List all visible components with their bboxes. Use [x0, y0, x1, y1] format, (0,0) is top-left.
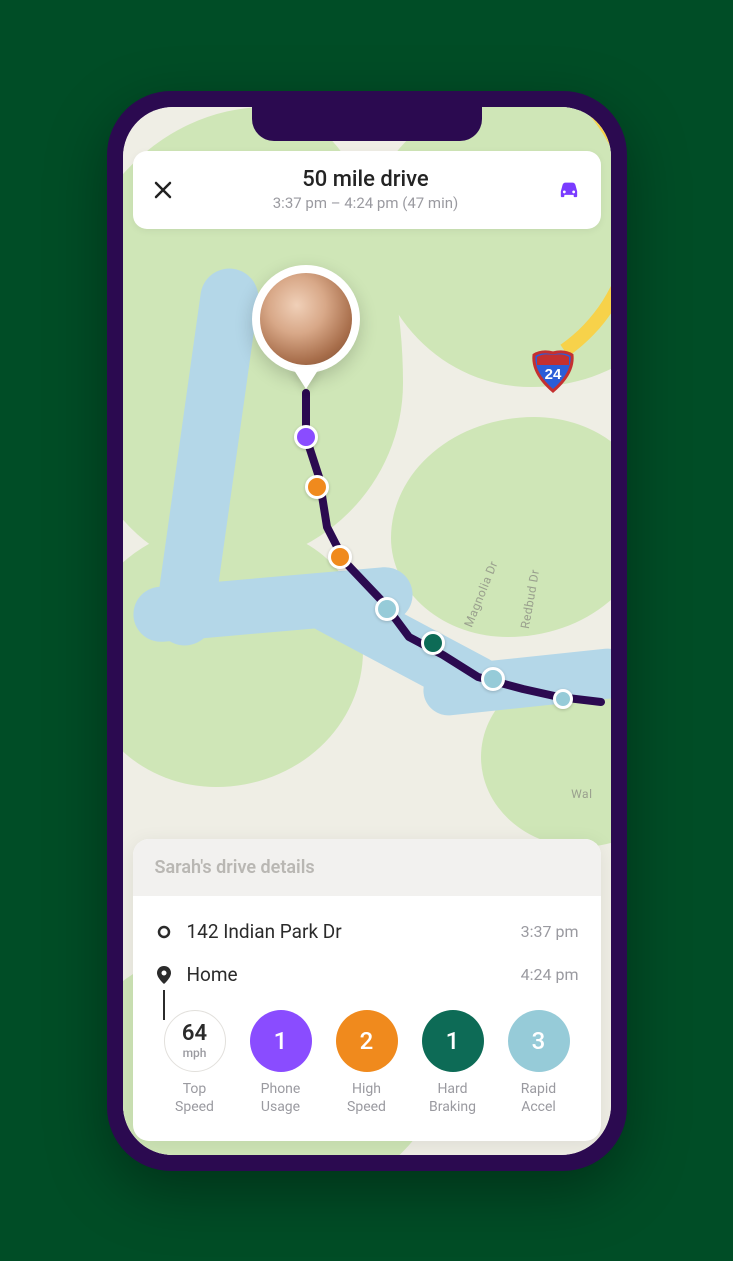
route-event-rapid-accel[interactable] — [481, 667, 505, 691]
stat-chip: 64 mph — [164, 1010, 226, 1072]
card-heading: Sarah's drive details — [133, 839, 601, 896]
driver-location-pin[interactable] — [252, 265, 360, 373]
close-icon — [153, 180, 173, 200]
stat-label: High Speed — [347, 1080, 386, 1116]
pin-tail — [292, 367, 320, 389]
screen: Magnolia Dr Redbud Dr Wal 24 — [123, 107, 611, 1155]
header-titles: 50 mile drive 3:37 pm – 4:24 pm (47 min) — [177, 167, 555, 212]
stat-chip: 1 — [422, 1010, 484, 1072]
header-bar: 50 mile drive 3:37 pm – 4:24 pm (47 min) — [133, 151, 601, 229]
trip-end-row[interactable]: Home 4:24 pm — [155, 957, 579, 1000]
stat-label: Top Speed — [175, 1080, 214, 1116]
stat-label: Hard Braking — [429, 1080, 476, 1116]
phone-notch — [252, 105, 482, 141]
svg-text:24: 24 — [544, 366, 561, 383]
map-terrain — [391, 417, 611, 637]
stat-rapid-accel[interactable]: 3 Rapid Accel — [499, 1010, 579, 1116]
trip-end-label: Home — [187, 963, 507, 986]
trip-start-icon — [155, 925, 173, 939]
interstate-shield-icon: 24 — [530, 347, 576, 393]
map-terrain — [123, 527, 363, 787]
avatar-bubble — [252, 265, 360, 373]
street-label: Wal — [571, 787, 592, 801]
close-button[interactable] — [149, 176, 177, 204]
route-event-rapid-accel[interactable] — [375, 597, 399, 621]
stat-top-speed[interactable]: 64 mph Top Speed — [155, 1010, 235, 1116]
stat-high-speed[interactable]: 2 High Speed — [327, 1010, 407, 1116]
trip-start-label: 142 Indian Park Dr — [187, 920, 507, 943]
stat-chip: 2 — [336, 1010, 398, 1072]
driver-avatar — [260, 273, 352, 365]
stat-label: Rapid Accel — [521, 1080, 556, 1116]
route-event-phone-usage[interactable] — [294, 425, 318, 449]
stat-phone-usage[interactable]: 1 Phone Usage — [241, 1010, 321, 1116]
phone-frame: Magnolia Dr Redbud Dr Wal 24 — [107, 91, 627, 1171]
stat-chip: 3 — [508, 1010, 570, 1072]
stat-label: Phone Usage — [261, 1080, 301, 1116]
stat-value: 64 — [182, 1023, 207, 1045]
route-event-hard-braking[interactable] — [421, 631, 445, 655]
trip-end-time: 4:24 pm — [521, 965, 579, 984]
trip-start-row[interactable]: 142 Indian Park Dr 3:37 pm — [155, 914, 579, 957]
header-subtitle: 3:37 pm – 4:24 pm (47 min) — [177, 194, 555, 212]
car-icon — [555, 177, 583, 201]
route-event-high-speed[interactable] — [328, 545, 352, 569]
header-title: 50 mile drive — [177, 167, 555, 192]
route-event-rapid-accel[interactable] — [553, 689, 573, 709]
stat-unit: mph — [183, 1047, 207, 1059]
route-event-high-speed[interactable] — [305, 475, 329, 499]
stat-chip: 1 — [250, 1010, 312, 1072]
stat-hard-braking[interactable]: 1 Hard Braking — [413, 1010, 493, 1116]
trip-start-time: 3:37 pm — [521, 922, 579, 941]
trip-type-button[interactable] — [555, 177, 585, 203]
drive-details-card: Sarah's drive details 142 Indian Park Dr… — [133, 839, 601, 1140]
stats-row: 64 mph Top Speed 1 Phone Usage 2 High Sp… — [155, 1000, 579, 1134]
trip-connector-line — [163, 990, 165, 1020]
trip-end-icon — [155, 966, 173, 984]
